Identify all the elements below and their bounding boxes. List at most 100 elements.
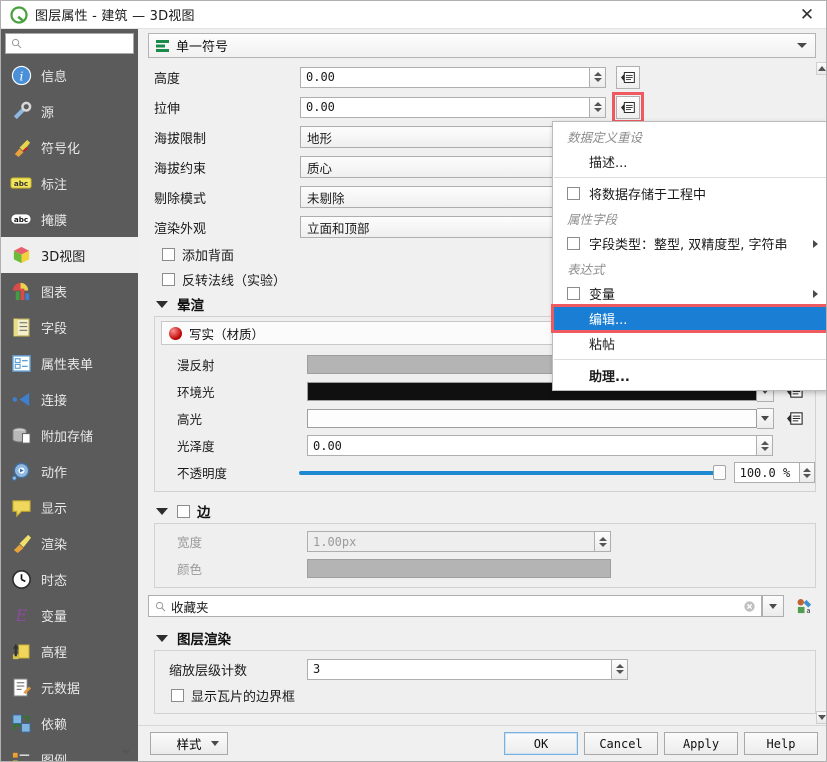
menu-item-6: 表达式: [553, 256, 826, 281]
extrusion-input[interactable]: 0.00: [300, 96, 590, 118]
edge-width-input[interactable]: 1.00px: [307, 531, 595, 552]
zoom-levels-stepper[interactable]: [612, 658, 628, 680]
show-tile-bbox-checkbox[interactable]: [171, 689, 184, 702]
sidebar-item-7[interactable]: 字段: [1, 309, 138, 345]
specular-color-dropdown[interactable]: [757, 408, 774, 429]
style-manager-icon[interactable]: a: [792, 595, 816, 617]
help-button[interactable]: Help: [744, 732, 818, 755]
sidebar-item-13[interactable]: 渲染: [1, 525, 138, 561]
shininess-stepper[interactable]: [757, 435, 773, 456]
search-icon: [155, 601, 166, 611]
sidebar-item-18[interactable]: 依赖: [1, 705, 138, 741]
sidebar-item-5[interactable]: 3D视图: [1, 237, 138, 273]
elevation-icon: [10, 640, 32, 662]
menu-item-label: 属性字段: [567, 212, 618, 227]
sidebar-item-6[interactable]: 图表: [1, 273, 138, 309]
opacity-stepper[interactable]: [799, 462, 815, 483]
sidebar-item-9[interactable]: 连接: [1, 381, 138, 417]
height-stepper[interactable]: [590, 66, 606, 88]
sidebar-item-16[interactable]: 高程: [1, 633, 138, 669]
apply-button[interactable]: Apply: [664, 732, 738, 755]
sidebar-item-4[interactable]: abc 掩膜: [1, 201, 138, 237]
sidebar-item-0[interactable]: i 信息: [1, 57, 138, 93]
opacity-slider[interactable]: [299, 463, 726, 483]
menu-item-label: 变量: [589, 288, 616, 303]
menu-item-1[interactable]: 描述...: [553, 149, 826, 174]
menu-item-checkbox[interactable]: [567, 237, 580, 250]
add-back-faces-checkbox[interactable]: [162, 248, 175, 261]
variables-icon: E: [10, 604, 32, 626]
favorites-row: 收藏夹 a: [148, 595, 816, 617]
favorites-dropdown-button[interactable]: [762, 595, 784, 617]
sidebar-item-label: 属性表单: [41, 357, 94, 373]
search-icon: [11, 38, 22, 49]
source-icon: [10, 100, 32, 122]
sidebar-item-8[interactable]: 属性表单: [1, 345, 138, 381]
layer-rendering-group-header[interactable]: 图层渲染: [148, 626, 816, 650]
specular-color-swatch[interactable]: [307, 409, 757, 428]
sidebar-item-3[interactable]: abc 标注: [1, 165, 138, 201]
edge-color-swatch[interactable]: [307, 559, 611, 578]
collapse-triangle-icon: [156, 634, 168, 642]
sidebar-search-wrapper: [1, 29, 138, 57]
clear-icon[interactable]: [739, 596, 759, 616]
button-label: Help: [766, 736, 796, 751]
menu-item-checkbox[interactable]: [567, 287, 580, 300]
zoom-levels-input[interactable]: 3: [307, 658, 612, 680]
scroll-down-icon[interactable]: [816, 711, 826, 724]
height-data-defined-override-button[interactable]: [616, 65, 640, 89]
menu-item-label: 将数据存储于工程中: [589, 188, 707, 203]
opacity-value-input[interactable]: 100.0 %: [733, 462, 800, 483]
ok-button[interactable]: OK: [504, 732, 578, 755]
height-input[interactable]: 0.00: [300, 66, 590, 88]
sidebar-scroll-down-icon[interactable]: [117, 743, 135, 761]
sidebar-item-label: 动作: [41, 465, 68, 481]
sidebar-item-label: 渲染: [41, 537, 68, 553]
sidebar-item-label: 依赖: [41, 717, 68, 733]
invert-normals-label: 反转法线（实验）: [182, 274, 287, 289]
menu-item-9[interactable]: 粘帖: [553, 331, 826, 356]
invert-normals-checkbox[interactable]: [162, 273, 175, 286]
favorites-search-box[interactable]: 收藏夹: [148, 595, 762, 617]
temporal-icon: [10, 568, 32, 590]
sidebar-item-1[interactable]: 源: [1, 93, 138, 129]
search-box[interactable]: [5, 33, 138, 54]
altitude-clamping-value: 地形: [307, 130, 333, 146]
sidebar-item-15[interactable]: E 变量: [1, 597, 138, 633]
symbol-type-combo[interactable]: 单一符号: [148, 33, 816, 58]
show-tile-bbox-row[interactable]: 显示瓦片的边界框: [155, 683, 815, 708]
masks-icon: abc: [10, 208, 32, 230]
sidebar-item-12[interactable]: 显示: [1, 489, 138, 525]
extrusion-stepper[interactable]: [590, 96, 606, 118]
specular-data-defined-override-button[interactable]: [783, 407, 807, 430]
menu-item-checkbox[interactable]: [567, 187, 580, 200]
edges-group-box: 宽度 1.00px 颜色: [154, 523, 816, 588]
altitude-binding-value: 质心: [307, 160, 333, 176]
sidebar-item-label: 变量: [41, 609, 68, 625]
menu-item-11[interactable]: 助理...: [553, 363, 826, 388]
opacity-slider-handle[interactable]: [712, 464, 726, 480]
close-icon[interactable]: ✕: [786, 1, 826, 28]
scroll-up-icon[interactable]: [816, 62, 826, 75]
sidebar-item-14[interactable]: 时态: [1, 561, 138, 597]
search-input[interactable]: [22, 36, 138, 51]
sidebar-item-2[interactable]: 符号化: [1, 129, 138, 165]
sphere-icon: [169, 326, 182, 340]
edges-group-header[interactable]: 边: [148, 499, 816, 523]
specular-label: 高光: [177, 412, 203, 427]
row-height: 高度 0.00: [148, 62, 816, 92]
style-button[interactable]: 样式: [150, 732, 228, 755]
menu-item-7[interactable]: 变量: [553, 281, 826, 306]
extrusion-data-defined-override-button[interactable]: [612, 91, 644, 123]
sidebar-item-10[interactable]: 附加存储: [1, 417, 138, 453]
edge-width-stepper[interactable]: [595, 531, 611, 552]
cancel-button[interactable]: Cancel: [584, 732, 658, 755]
edges-enabled-checkbox[interactable]: [177, 504, 190, 518]
sidebar-item-17[interactable]: 元数据: [1, 669, 138, 705]
menu-item-5[interactable]: 字段类型：整型, 双精度型, 字符串: [553, 231, 826, 256]
menu-item-8[interactable]: 编辑...: [551, 304, 826, 333]
shininess-input[interactable]: 0.00: [307, 435, 757, 456]
menu-item-label: 字段类型：整型, 双精度型, 字符串: [589, 238, 788, 253]
menu-item-3[interactable]: 将数据存储于工程中: [553, 181, 826, 206]
sidebar-item-11[interactable]: 动作: [1, 453, 138, 489]
